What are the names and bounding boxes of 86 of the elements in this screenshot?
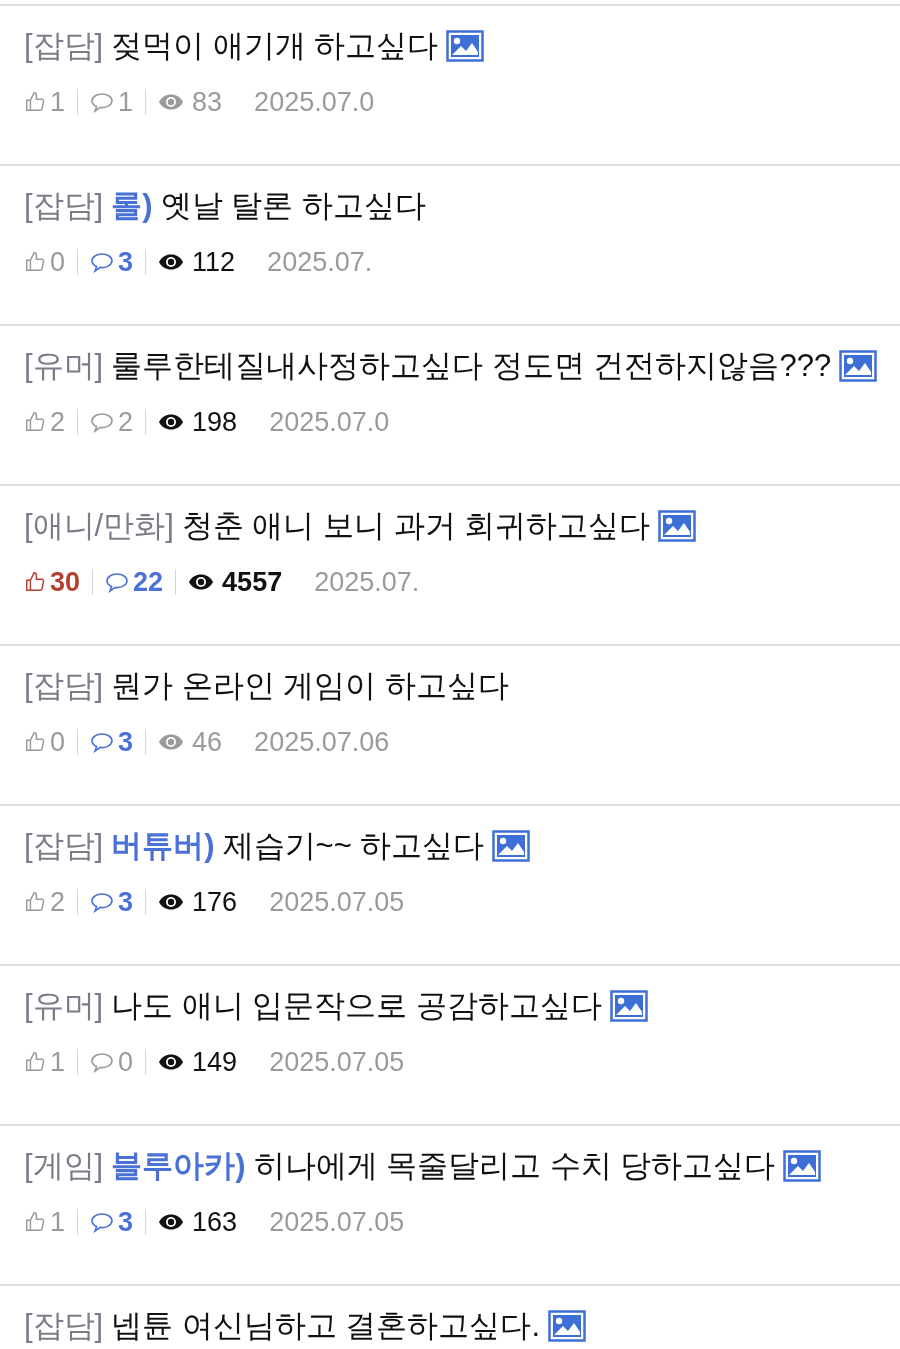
post-row[interactable]: [애니/만화] 청춘 애니 보니 과거 회귀하고싶다 30 22 4557 2025.07. <box>0 484 900 644</box>
comment-count: 0 <box>118 1046 134 1079</box>
view-count: 46 <box>192 726 223 759</box>
post-row[interactable]: [잡담] 롤) 옛날 탈론 하고싶다 0 3 112 2025.07. <box>0 164 900 324</box>
post-row[interactable]: [잡담] 뭔가 온라인 게임이 하고싶다 0 3 46 2025.07.06 <box>0 644 900 804</box>
post-title: 히나에게 목줄달리고 수치 당하고싶다 <box>253 1147 776 1185</box>
like-count: 2 <box>50 406 66 439</box>
post-title: 룰루한테질내사정하고싶다 정도면 건전하지않음??? <box>111 347 832 385</box>
post-date: 2025.07.05 <box>269 1046 405 1079</box>
post-title: 넵튠 여신님하고 결혼하고싶다. <box>111 1307 541 1345</box>
speech-bubble-icon <box>90 1211 115 1233</box>
eye-icon <box>158 93 185 111</box>
post-title: 뭔가 온라인 게임이 하고싶다 <box>111 667 510 705</box>
thumbs-up-icon <box>24 1051 46 1073</box>
category-label: [유머] <box>24 347 104 385</box>
category-label: [잡담] <box>24 27 104 65</box>
like-count: 0 <box>50 246 66 279</box>
comment-count: 3 <box>118 1206 134 1239</box>
topic-prefix: 롤) <box>111 187 153 225</box>
speech-bubble-icon <box>90 731 115 753</box>
post-date: 2025.07.05 <box>269 886 405 919</box>
category-label: [잡담] <box>24 827 104 865</box>
post-row[interactable]: [게임] 블루아카) 히나에게 목줄달리고 수치 당하고싶다 1 3 163 2025.07.05 <box>0 1124 900 1284</box>
like-count: 2 <box>50 886 66 919</box>
speech-bubble-icon <box>90 891 115 913</box>
post-date: 2025.07. <box>267 246 373 279</box>
category-label: [유머] <box>24 987 104 1025</box>
eye-icon <box>188 573 215 591</box>
view-count: 198 <box>192 406 238 439</box>
view-count: 4557 <box>222 566 283 599</box>
speech-bubble-icon <box>90 91 115 113</box>
like-count: 0 <box>50 726 66 759</box>
comment-count: 1 <box>118 86 134 119</box>
post-title: 청춘 애니 보니 과거 회귀하고싶다 <box>181 507 651 545</box>
post-title: 옛날 탈론 하고싶다 <box>160 187 426 225</box>
speech-bubble-icon <box>90 1051 115 1073</box>
thumbs-up-icon <box>24 411 46 433</box>
like-count: 1 <box>50 1046 66 1079</box>
comment-count: 3 <box>118 246 134 279</box>
category-label: [잡담] <box>24 187 104 225</box>
thumbs-up-icon <box>24 91 46 113</box>
post-title: 나도 애니 입문작으로 공감하고싶다 <box>111 987 603 1025</box>
category-label: [잡담] <box>24 667 104 705</box>
eye-icon <box>158 253 185 271</box>
post-date: 2025.07.0 <box>254 86 375 119</box>
post-title: 제습기~~ 하고싶다 <box>222 827 485 865</box>
post-date: 2025.07.05 <box>269 1206 405 1239</box>
view-count: 176 <box>192 886 238 919</box>
topic-prefix: 블루아카) <box>111 1147 246 1185</box>
like-count: 1 <box>50 1206 66 1239</box>
thumbs-up-icon <box>24 1211 46 1233</box>
like-count: 1 <box>50 86 66 119</box>
speech-bubble-icon <box>105 571 130 593</box>
post-date: 2025.07.06 <box>254 726 390 759</box>
speech-bubble-icon <box>90 251 115 273</box>
eye-icon <box>158 893 185 911</box>
comment-count: 22 <box>133 566 164 599</box>
eye-icon <box>158 733 185 751</box>
category-label: [잡담] <box>24 1307 104 1345</box>
comment-count: 2 <box>118 406 134 439</box>
post-row[interactable]: [잡담] 버튜버) 제습기~~ 하고싶다 2 3 176 2025.07.05 <box>0 804 900 964</box>
thumbs-up-icon <box>24 891 46 913</box>
post-row[interactable]: [잡담] 젖먹이 애기개 하고싶다 1 1 83 2025.07.0 <box>0 4 900 164</box>
view-count: 83 <box>192 86 223 119</box>
thumbs-up-icon <box>24 731 46 753</box>
post-date: 2025.07. <box>314 566 420 599</box>
speech-bubble-icon <box>90 411 115 433</box>
category-label: [애니/만화] <box>24 507 174 545</box>
view-count: 112 <box>192 246 236 279</box>
like-count: 30 <box>50 566 81 599</box>
post-date: 2025.07.0 <box>269 406 390 439</box>
view-count: 149 <box>192 1046 238 1079</box>
comment-count: 3 <box>118 726 134 759</box>
thumbs-up-icon <box>24 571 46 593</box>
post-row[interactable]: [잡담] 넵튠 여신님하고 결혼하고싶다. <box>0 1284 900 1349</box>
view-count: 163 <box>192 1206 238 1239</box>
post-title: 젖먹이 애기개 하고싶다 <box>111 27 439 65</box>
post-row[interactable]: [유머] 나도 애니 입문작으로 공감하고싶다 1 0 149 2025.07.05 <box>0 964 900 1124</box>
topic-prefix: 버튜버) <box>111 827 215 865</box>
post-row[interactable]: [유머] 룰루한테질내사정하고싶다 정도면 건전하지않음??? 2 2 198 2025.07.0 <box>0 324 900 484</box>
eye-icon <box>158 1053 185 1071</box>
category-label: [게임] <box>24 1147 104 1185</box>
comment-count: 3 <box>118 886 134 919</box>
thumbs-up-icon <box>24 251 46 273</box>
eye-icon <box>158 1213 185 1231</box>
eye-icon <box>158 413 185 431</box>
